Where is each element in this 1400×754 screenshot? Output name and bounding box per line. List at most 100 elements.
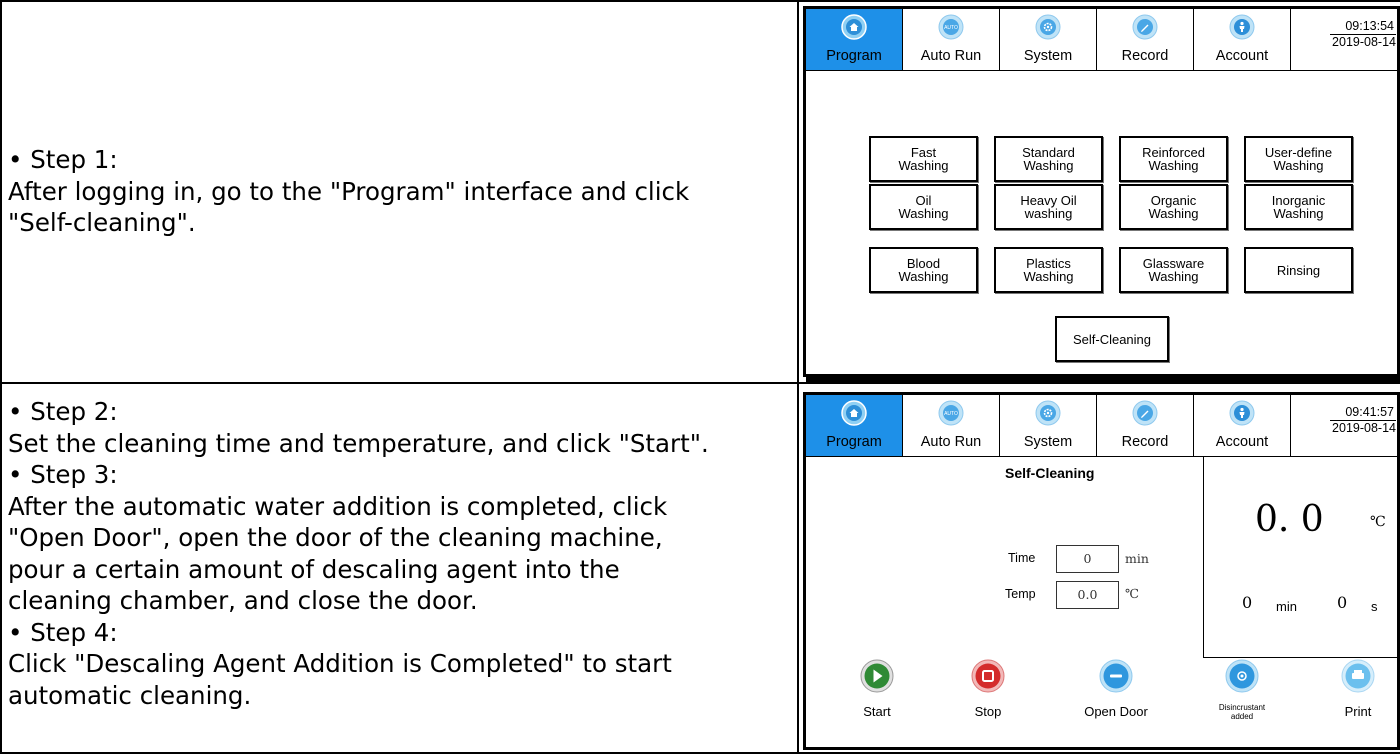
tab-program[interactable]: Program <box>806 395 903 456</box>
tab-label: Record <box>1121 434 1169 450</box>
printer-icon <box>1341 659 1375 693</box>
tab-record[interactable]: Record <box>1097 9 1194 70</box>
step-line: pour a certain amount of descaling agent… <box>8 554 620 584</box>
temp-label: Temp <box>1005 587 1036 601</box>
temp-input[interactable]: 0.0 <box>1056 581 1119 609</box>
step-line: Click "Descaling Agent Addition is Compl… <box>8 649 672 678</box>
tab-auto-run[interactable]: AUTO Auto Run <box>903 9 1000 70</box>
clock: 09:13:54 2019-08-14 <box>1291 9 1397 70</box>
page-title: Self-Cleaning <box>1005 465 1095 481</box>
inorganic-washing-button[interactable]: Inorganic Washing <box>1244 184 1353 230</box>
step-line: • Step 3: <box>8 460 118 489</box>
tab-account[interactable]: Account <box>1194 9 1291 70</box>
target-icon <box>1225 659 1259 693</box>
time-label: Time <box>1008 551 1036 565</box>
stop-icon <box>971 659 1005 693</box>
step-line: "Open Door", open the door of the cleani… <box>8 523 663 552</box>
nav-bar: Program AUTO Auto Run System Record Acco… <box>806 9 1397 71</box>
oil-washing-button[interactable]: Oil Washing <box>869 184 978 230</box>
timer-minutes: 0 <box>1242 593 1253 612</box>
open-door-label: Open Door <box>1084 704 1148 719</box>
gear-icon <box>1035 14 1061 40</box>
minus-icon <box>1099 659 1133 693</box>
auto-icon: AUTO <box>938 14 964 40</box>
step-line: "Self-cleaning". <box>8 208 196 237</box>
auto-icon-text: AUTO <box>944 25 958 31</box>
user-icon <box>1229 400 1255 426</box>
tab-auto-run[interactable]: AUTO Auto Run <box>903 395 1000 456</box>
self-cleaning-screen: Program AUTO Auto Run System Record Acco… <box>803 392 1400 750</box>
plastics-washing-button[interactable]: Plastics Washing <box>994 247 1103 293</box>
fast-washing-button[interactable]: Fast Washing <box>869 136 978 182</box>
timer-minutes-unit: min <box>1276 599 1297 614</box>
screen-shadow <box>806 377 1400 382</box>
step-line: cleaning chamber, and close the door. <box>8 586 478 615</box>
reinforced-washing-button[interactable]: Reinforced Washing <box>1119 136 1228 182</box>
tab-label: System <box>1023 434 1073 450</box>
step1-text: • Step 1: After logging in, go to the "P… <box>8 144 689 239</box>
start-button[interactable]: Start <box>837 659 917 739</box>
tab-record[interactable]: Record <box>1097 395 1194 456</box>
status-panel: 0. 0 ℃ 0 min 0 s <box>1203 456 1397 658</box>
tab-label: Program <box>826 48 882 64</box>
temp-unit: ℃ <box>1125 586 1139 601</box>
timer-seconds: 0 <box>1337 593 1348 612</box>
tab-program[interactable]: Program <box>806 9 903 70</box>
auto-icon: AUTO <box>938 400 964 426</box>
open-door-button[interactable]: Open Door <box>1076 659 1156 739</box>
clock-date: 2019-08-14 <box>1332 421 1396 435</box>
table-border-top <box>0 0 1400 2</box>
glassware-washing-button[interactable]: Glassware Washing <box>1119 247 1228 293</box>
timer-seconds-unit: s <box>1371 599 1378 614</box>
start-label: Start <box>863 704 891 719</box>
table-column-divider <box>797 0 799 754</box>
current-temperature-unit: ℃ <box>1370 514 1386 530</box>
tab-label: Auto Run <box>920 48 982 64</box>
tab-system[interactable]: System <box>1000 9 1097 70</box>
step-line: After logging in, go to the "Program" in… <box>8 176 690 206</box>
heavy-oil-washing-button[interactable]: Heavy Oil washing <box>994 184 1103 230</box>
clock-time: 09:41:57 <box>1345 405 1394 419</box>
step-line: • Step 1: <box>8 145 118 174</box>
nav-bar: Program AUTO Auto Run System Record Acco… <box>806 395 1397 457</box>
print-label: Print <box>1344 704 1372 719</box>
action-bar: Start Stop Open Door Disincrustant added… <box>806 659 1397 747</box>
user-define-washing-button[interactable]: User-define Washing <box>1244 136 1353 182</box>
user-icon <box>1229 14 1255 40</box>
tab-label: Record <box>1121 48 1169 64</box>
step-line: • Step 2: <box>8 397 118 426</box>
print-button[interactable]: Print <box>1318 659 1397 739</box>
disincrustant-added-button[interactable]: Disincrustant added <box>1202 659 1282 739</box>
home-icon <box>841 14 867 40</box>
self-cleaning-button[interactable]: Self-Cleaning <box>1055 316 1169 362</box>
play-icon <box>860 659 894 693</box>
instruction-table: • Step 1: After logging in, go to the "P… <box>0 0 1400 754</box>
tab-label: System <box>1023 48 1073 64</box>
table-row-divider <box>0 382 1400 384</box>
clock-date: 2019-08-14 <box>1332 35 1396 49</box>
stop-label: Stop <box>974 704 1002 719</box>
disincrustant-added-label: Disincrustant added <box>1218 703 1266 721</box>
rinsing-button[interactable]: Rinsing <box>1244 247 1353 293</box>
tab-label: Account <box>1215 434 1269 450</box>
clock-time: 09:13:54 <box>1345 19 1394 33</box>
stop-button[interactable]: Stop <box>948 659 1028 739</box>
program-screen: Program AUTO Auto Run System Record Acco… <box>803 6 1400 377</box>
gear-icon <box>1035 400 1061 426</box>
standard-washing-button[interactable]: Standard Washing <box>994 136 1103 182</box>
step-line: After the automatic water addition is co… <box>8 491 668 521</box>
organic-washing-button[interactable]: Organic Washing <box>1119 184 1228 230</box>
step-line: • Step 4: <box>8 617 118 647</box>
tab-system[interactable]: System <box>1000 395 1097 456</box>
pencil-icon <box>1132 400 1158 426</box>
tab-label: Program <box>826 434 882 450</box>
tab-account[interactable]: Account <box>1194 395 1291 456</box>
auto-icon-text: AUTO <box>944 411 958 417</box>
pencil-icon <box>1132 14 1158 40</box>
time-unit: min <box>1125 551 1149 566</box>
time-input[interactable]: 0 <box>1056 545 1119 573</box>
steps-2-4-text: • Step 2: Set the cleaning time and temp… <box>8 396 709 711</box>
step-line: automatic cleaning. <box>8 680 252 710</box>
home-icon <box>841 400 867 426</box>
blood-washing-button[interactable]: Blood Washing <box>869 247 978 293</box>
